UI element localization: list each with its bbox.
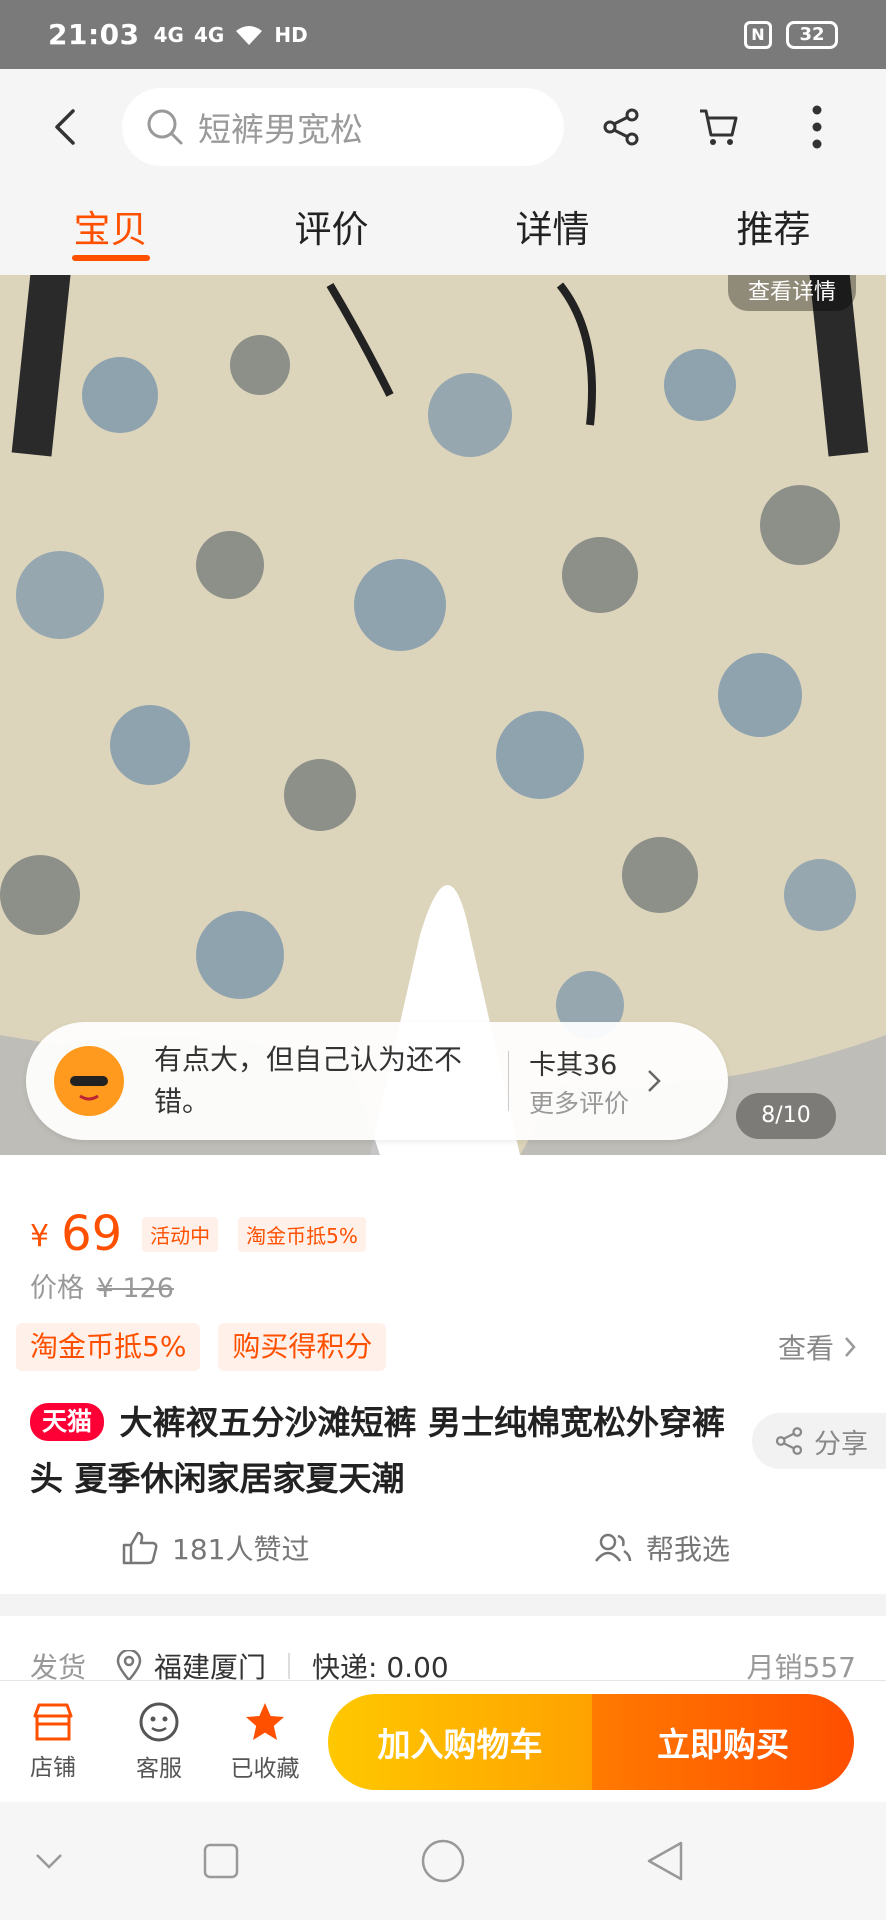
status-right: N 32 (744, 20, 838, 49)
search-placeholder: 短裤男宽松 (198, 110, 363, 149)
more-vertical-icon (812, 105, 822, 149)
system-nav-bar (0, 1802, 886, 1920)
image-counter: 8/10 (736, 1093, 836, 1139)
tab-details[interactable]: 详情 (442, 185, 663, 275)
more-button[interactable] (782, 92, 852, 162)
buy-now-button[interactable]: 立即购买 (592, 1693, 854, 1790)
tab-item[interactable]: 宝贝 (0, 185, 221, 275)
product-title-block: 天猫 大裤衩五分沙滩短裤 男士纯棉宽松外穿裤头 夏季休闲家居家夏天潮 (30, 1395, 740, 1507)
top-nav: 短裤男宽松 (0, 69, 886, 185)
search-input[interactable]: 短裤男宽松 (122, 88, 564, 166)
shipping-divider (288, 1653, 291, 1679)
signal-icon: 4G (153, 22, 184, 47)
original-price: ¥ 126 (96, 1273, 174, 1304)
promo-coins-tag: 淘金币抵5% (16, 1323, 201, 1371)
review-preview[interactable]: 有点大，但自己认为还不错。 卡其36 更多评价 (26, 1022, 728, 1140)
promo-points-tag: 购买得积分 (218, 1323, 387, 1371)
help-choose-button[interactable]: 帮我选 (594, 1528, 730, 1568)
current-price: 69 (61, 1206, 123, 1262)
review-meta: 卡其36 更多评价 (529, 1043, 629, 1120)
price-area: ¥ 69 活动中 淘金币抵5% 价格 ¥ 126 (30, 1210, 860, 1305)
view-details-button[interactable]: 查看详情 (727, 275, 856, 311)
product-title: 大裤衩五分沙滩短裤 男士纯棉宽松外穿裤头 夏季休闲家居家夏天潮 (30, 1403, 726, 1498)
people-icon (595, 1533, 632, 1562)
circle-icon (421, 1839, 465, 1883)
chevron-down-icon (36, 1854, 62, 1869)
bottom-action-bar: 店铺 客服 已收藏 加入购物车 立即购买 (0, 1680, 886, 1802)
system-back-button[interactable] (640, 1836, 690, 1886)
nfc-icon: N (744, 20, 772, 49)
back-arrow-icon (55, 109, 75, 145)
price-currency: ¥ (30, 1219, 50, 1254)
share-icon (775, 1427, 803, 1455)
price-row: ¥ 69 活动中 淘金币抵5% (30, 1210, 860, 1258)
liked-count: 181人赞过 (172, 1533, 310, 1566)
promo-view-label: 查看 (777, 1332, 834, 1365)
search-icon (147, 109, 183, 145)
cart-button[interactable] (684, 92, 754, 162)
original-price-row: 价格 ¥ 126 (30, 1266, 860, 1305)
store-button[interactable]: 店铺 (0, 1702, 106, 1782)
nav-collapse-button[interactable] (24, 1836, 74, 1886)
status-icons: 4G 4G HD (154, 23, 308, 47)
share-label: 分享 (814, 1428, 868, 1460)
customer-service-icon (139, 1702, 179, 1741)
collect-label: 已收藏 (230, 1755, 300, 1782)
tab-reviews[interactable]: 评价 (221, 185, 442, 275)
home-button[interactable] (418, 1836, 468, 1886)
add-to-cart-button[interactable]: 加入购物车 (328, 1693, 592, 1790)
help-choose-label: 帮我选 (646, 1533, 731, 1566)
like-button[interactable]: 181人赞过 (122, 1528, 309, 1568)
promo-view-link[interactable]: 查看 (778, 1327, 856, 1367)
tab-bar: 宝贝 评价 详情 推荐 (0, 185, 886, 275)
coins-tag: 淘金币抵5% (238, 1217, 366, 1252)
status-bar: 21:03 4G 4G HD N 32 (0, 0, 886, 69)
review-text: 有点大，但自己认为还不错。 (154, 1043, 463, 1118)
review-divider (508, 1051, 509, 1111)
activity-tag: 活动中 (142, 1217, 219, 1252)
service-label: 客服 (136, 1755, 182, 1782)
recent-apps-button[interactable] (196, 1836, 246, 1886)
purchase-buttons: 加入购物车 立即购买 (328, 1693, 854, 1790)
hd-icon: HD (274, 22, 308, 47)
promo-row[interactable]: 淘金币抵5% 购买得积分 查看 (16, 1322, 872, 1372)
reviewer-name: 卡其36 (529, 1049, 618, 1081)
chevron-right-icon (845, 1337, 856, 1357)
back-button[interactable] (30, 92, 100, 162)
reviewer-avatar (54, 1046, 124, 1116)
store-label: 店铺 (30, 1754, 76, 1781)
section-separator (0, 1594, 886, 1616)
share-product-button[interactable]: 分享 (752, 1413, 886, 1469)
status-time: 21:03 (48, 18, 140, 51)
social-row: 181人赞过 帮我选 (0, 1520, 886, 1576)
tab-recommend[interactable]: 推荐 (663, 185, 884, 275)
cart-icon (700, 109, 738, 145)
star-icon (246, 1702, 284, 1740)
tmall-badge: 天猫 (30, 1403, 105, 1441)
store-icon (33, 1703, 73, 1740)
share-button[interactable] (586, 92, 656, 162)
service-button[interactable]: 客服 (106, 1701, 212, 1783)
signal-icon-2: 4G (193, 22, 225, 47)
share-icon (603, 108, 639, 146)
more-reviews-link[interactable]: 更多评价 (529, 1084, 629, 1120)
triangle-back-icon (647, 1841, 683, 1881)
location-pin-icon (116, 1650, 142, 1682)
original-price-label: 价格 (30, 1273, 84, 1304)
square-icon (203, 1843, 239, 1879)
collect-button[interactable]: 已收藏 (212, 1701, 318, 1783)
thumbs-up-icon (122, 1531, 158, 1565)
battery-icon: 32 (786, 20, 838, 49)
wifi-icon (236, 25, 263, 45)
chevron-right-icon (648, 1070, 661, 1092)
avatar-mascot-icon (63, 1058, 115, 1110)
